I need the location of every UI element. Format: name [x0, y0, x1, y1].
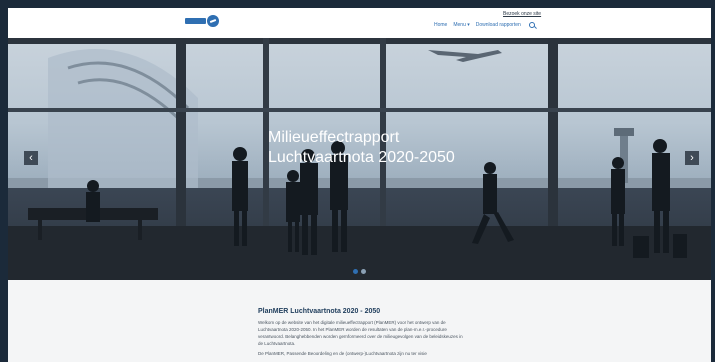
- top-strip: [8, 0, 711, 8]
- chevron-left-icon: ‹: [29, 152, 33, 164]
- carousel-dot-1[interactable]: [353, 269, 358, 274]
- skip-link[interactable]: Bezoek onze site: [503, 11, 541, 17]
- carousel-next-button[interactable]: ›: [685, 151, 699, 165]
- intro-section: PlanMER Luchtvaartnota 2020 - 2050 Welko…: [8, 280, 711, 362]
- intro-paragraph-2: De PlanMER, Passende Beoordeling en de (…: [258, 351, 427, 356]
- nav-download-reports[interactable]: Download rapporten: [476, 22, 521, 28]
- intro-paragraph-1: Welkom op de website van het digitale mi…: [258, 320, 463, 346]
- nav-menu[interactable]: Menu ▾: [453, 22, 469, 28]
- nav-home[interactable]: Home: [434, 22, 447, 28]
- hero-carousel: Milieueffectrapport Luchtvaartnota 2020-…: [8, 38, 711, 280]
- search-icon[interactable]: [528, 22, 535, 28]
- hero-title: Milieueffectrapport Luchtvaartnota 2020-…: [268, 129, 455, 166]
- carousel-prev-button[interactable]: ‹: [24, 151, 38, 165]
- intro-title: PlanMER Luchtvaartnota 2020 - 2050: [258, 308, 381, 315]
- logo-wordmark: [185, 18, 207, 24]
- browser-page: Bezoek onze site Home Menu ▾ Download ra…: [8, 0, 711, 362]
- site-logo[interactable]: [185, 15, 219, 27]
- main-nav: Home Menu ▾ Download rapporten: [434, 22, 535, 28]
- chevron-right-icon: ›: [690, 152, 694, 164]
- airplane-icon: [207, 15, 219, 27]
- carousel-indicators: [353, 269, 366, 274]
- site-header: Bezoek onze site Home Menu ▾ Download ra…: [8, 8, 711, 38]
- carousel-dot-2[interactable]: [361, 269, 366, 274]
- intro-content: PlanMER Luchtvaartnota 2020 - 2050 Welko…: [258, 308, 468, 360]
